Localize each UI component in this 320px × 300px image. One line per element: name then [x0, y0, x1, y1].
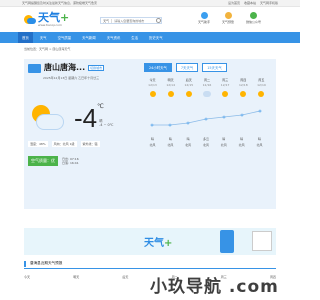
site-header: 天气+ www.tianqi.com 天气 天气助手 天气预警 微信公众号: [0, 7, 300, 32]
list-item: 今天: [24, 275, 31, 279]
breadcrumb: 当前位置：天气网 > 唐山唐海天气: [24, 47, 71, 51]
top-links: 设为首页 收藏本站 天气网手机版: [228, 1, 278, 5]
list-item: 后天: [122, 275, 129, 279]
temp-range: -4 ~ 0℃: [99, 122, 114, 127]
warning-icon: [224, 12, 232, 19]
warning-shortcut[interactable]: 天气预警: [222, 12, 234, 24]
sun-icon: [240, 91, 247, 97]
nav-weather[interactable]: 天气: [40, 35, 47, 40]
assistant-shortcut[interactable]: 天气助手: [198, 12, 210, 24]
sunset: 日落: 16:41: [62, 161, 79, 165]
current-weather: 唐山唐海... 切换城市 2025年12月13日 星期六 乙巳年十月廿三 -4 …: [24, 59, 138, 209]
forecast-day: 周二 12/16: [198, 78, 215, 97]
cloud-icon: [202, 91, 211, 97]
current-temp: -4: [74, 103, 98, 133]
search-icon[interactable]: [156, 18, 161, 23]
search-box: 天气: [100, 17, 162, 24]
logo-icon: [24, 14, 36, 26]
search-input[interactable]: [112, 18, 157, 23]
city-name: 唐山唐海...: [44, 63, 86, 72]
forecast-day: 周五 12/19: [253, 78, 270, 97]
night-item: 多云 北风: [202, 137, 209, 147]
site-logo[interactable]: 天气+ www.tianqi.com: [24, 12, 69, 27]
forecast-panel: 24小时天气 7天天气 15天天气 今天 12/13 明天 12/14 后天 12/1…: [138, 59, 276, 209]
nav-news[interactable]: 天气新闻: [82, 35, 96, 40]
wechat-shortcut[interactable]: 微信公众号: [246, 12, 261, 24]
top-link[interactable]: 设为首页: [228, 1, 240, 5]
top-bar: 天气网提醒您及时关注最新天气信息，谨防极端天气危害 设为首页 收藏本站 天气网手…: [0, 0, 300, 7]
list-item: 明天: [73, 275, 80, 279]
forecast-days: 今天 12/13 明天 12/14 后天 12/15 周二 12/16 周三 12/17 …: [144, 78, 270, 97]
location-icon: [28, 64, 41, 73]
night-item: 晴北风: [256, 137, 263, 147]
temp-unit: ℃: [97, 102, 104, 110]
switch-city-button[interactable]: 切换城市: [88, 64, 105, 71]
sun-icon: [185, 91, 192, 97]
nav-home[interactable]: 首页: [18, 32, 33, 43]
logo-url: www.tianqi.com: [38, 23, 62, 27]
phone-icon: [220, 230, 234, 253]
detail-row: 湿度：48% 风向：北风 1级 紫外线：强: [28, 141, 100, 147]
aqi-badge[interactable]: 空气质量：优: [28, 156, 58, 166]
top-link[interactable]: 收藏本站: [244, 1, 256, 5]
temp-trend-line: [150, 109, 262, 127]
forecast-day: 明天 12/14: [162, 78, 179, 97]
banner-plus: +: [164, 238, 173, 249]
forecast-night: 晴北风 晴北风 晴北风 多云 北风 晴北风 晴北风 晴北风: [144, 135, 268, 147]
weather-panel: 唐山唐海... 切换城市 2025年12月13日 星期六 乙巳年十月廿三 -4 …: [24, 59, 276, 209]
night-item: 晴北风: [220, 137, 227, 147]
wind: 风向：北风 1级: [51, 141, 77, 147]
top-link[interactable]: 天气网手机版: [260, 1, 278, 5]
nav-life[interactable]: 生活: [131, 35, 138, 40]
tab-15day[interactable]: 15天天气: [202, 63, 227, 72]
qr-code-icon: [252, 231, 272, 251]
nav-history[interactable]: 历史天气: [149, 35, 163, 40]
sun-icon: [258, 91, 265, 97]
sun-icon: [149, 91, 156, 97]
header-shortcuts: 天气助手 天气预警 微信公众号: [198, 12, 261, 24]
night-item: 晴北风: [149, 137, 156, 147]
watermark: 小玖导航 .com: [150, 277, 279, 297]
search-type-select[interactable]: 天气: [101, 18, 113, 23]
main-nav: 首页 天气 空气质量 天气新闻 天气资讯 生活 历史天气: [0, 32, 300, 43]
forecast-day: 今天 12/13: [144, 78, 161, 97]
uv: 紫外线：强: [80, 141, 100, 147]
forecast-tabs: 24小时天气 7天天气 15天天气: [144, 63, 270, 72]
date-info: 2025年12月13日 星期六 乙巳年十月廿三: [43, 76, 100, 80]
sun-icon: [167, 91, 174, 97]
assistant-icon: [200, 12, 208, 19]
tab-24h[interactable]: 24小时天气: [144, 63, 172, 72]
aqi-block: 空气质量：优 日出: 07:16 日落: 16:41: [28, 156, 79, 166]
night-item: 晴北风: [185, 137, 192, 147]
forecast-day: 周四 12/18: [235, 78, 252, 97]
tab-7day[interactable]: 7天天气: [175, 63, 199, 72]
humidity: 湿度：48%: [28, 141, 48, 147]
sunny-cloud-icon: [28, 104, 66, 133]
wechat-icon: [250, 12, 258, 19]
nav-info[interactable]: 天气资讯: [107, 35, 121, 40]
app-banner[interactable]: 天气+: [24, 228, 276, 255]
forecast-day: 后天 12/15: [180, 78, 197, 97]
night-item: 晴北风: [238, 137, 245, 147]
night-item: 晴北风: [167, 137, 174, 147]
sun-icon: [222, 91, 229, 97]
section-title: 唐海县近期天气预报: [24, 261, 276, 269]
banner-title: 天气: [144, 238, 164, 249]
top-notice: 天气网提醒您及时关注最新天气信息，谨防极端天气危害: [22, 1, 98, 5]
forecast-day: 周三 12/17: [217, 78, 234, 97]
nav-air[interactable]: 空气质量: [58, 35, 72, 40]
